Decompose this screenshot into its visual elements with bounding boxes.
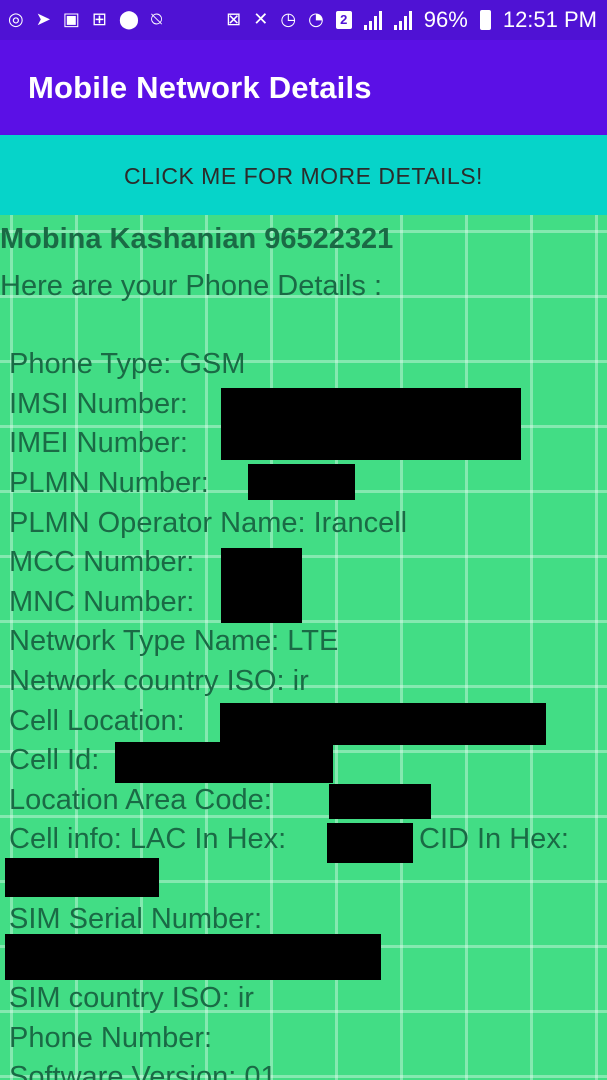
imsi-label: IMSI Number: [9, 388, 188, 420]
cell-location-label: Cell Location: [9, 705, 185, 737]
status-bar: ◎ ➤ ▣ ⊞ ⬤ ⍉ ⊠ ✕ ◷ ◔ 2 96% 12:51 PM [0, 0, 607, 40]
no-alarm-icon: ⍉ [151, 9, 162, 30]
cell-id-label: Cell Id: [9, 744, 100, 776]
signal-icon [393, 10, 412, 30]
redacted-imsi-imei [221, 388, 521, 460]
redacted-mcc-mnc [221, 548, 302, 623]
redacted-cid-hex [5, 858, 159, 897]
phone-number-label: Phone Number: [9, 1022, 213, 1054]
student-name: Mobina Kashanian 96522321 [0, 223, 394, 255]
redacted-sim-serial [5, 934, 381, 980]
app-bar: Mobile Network Details [0, 40, 607, 135]
ring-icon: ◎ [8, 9, 24, 30]
phone-type: Phone Type: GSM [9, 348, 246, 380]
status-bar-left: ◎ ➤ ▣ ⊞ ⬤ ⍉ [8, 11, 162, 29]
app-title: Mobile Network Details [28, 69, 372, 105]
sim-serial-label: SIM Serial Number: [9, 903, 263, 935]
status-bar-right: ⊠ ✕ ◷ ◔ 2 96% 12:51 PM [226, 7, 597, 33]
network-country: Network country ISO: ir [9, 665, 309, 697]
intro-text: Here are your Phone Details : [0, 270, 383, 302]
mnc-label: MNC Number: [9, 586, 195, 618]
redacted-cell-id [115, 742, 333, 783]
lock-icon: ⊠ [226, 9, 242, 30]
mcc-label: MCC Number: [9, 546, 195, 578]
wifi-icon: ◔ [308, 9, 324, 30]
redacted-cell-location [220, 703, 546, 745]
cid-hex-label: CID In Hex: [419, 823, 569, 855]
imei-label: IMEI Number: [9, 427, 188, 459]
plmn-operator: PLMN Operator Name: Irancell [9, 507, 408, 539]
redacted-plmn [248, 464, 355, 500]
software-version: Software Version: 01 [9, 1061, 277, 1080]
details-panel: Mobina Kashanian 96522321 Here are your … [0, 215, 607, 1080]
battery-icon [479, 10, 491, 30]
cell-info-lac-label: Cell info: LAC In Hex: [9, 823, 287, 855]
sim-badge-icon: 2 [335, 11, 352, 29]
alarm-icon: ◷ [280, 9, 297, 30]
redacted-lac [329, 784, 431, 819]
signal-icon [363, 10, 382, 30]
telegram-icon: ➤ [35, 9, 51, 30]
robot-icon: ⊞ [91, 9, 107, 30]
clock: 12:51 PM [502, 7, 597, 32]
more-details-button[interactable]: CLICK ME FOR MORE DETAILS! [0, 135, 607, 215]
lac-label: Location Area Code: [9, 784, 272, 816]
sim-country: SIM country ISO: ir [9, 982, 254, 1014]
plmn-label: PLMN Number: [9, 467, 209, 499]
battery-percent: 96% [423, 7, 468, 32]
network-type: Network Type Name: LTE [9, 625, 339, 657]
redacted-lac-hex [327, 823, 413, 863]
vpn-badge-icon: ⬤ [118, 9, 140, 30]
image-icon: ▣ [62, 9, 80, 30]
mute-icon: ✕ [253, 9, 269, 30]
